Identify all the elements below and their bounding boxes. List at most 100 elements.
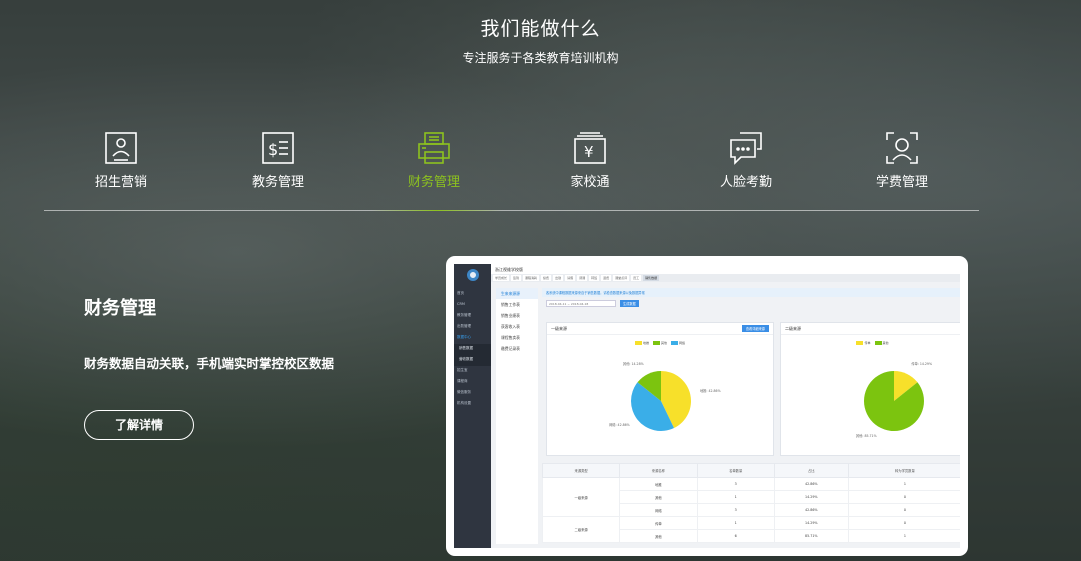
svg-text:¥: ¥	[584, 143, 594, 161]
pie-chart-primary: 地推: 42.86% 网络: 42.86% 其他: 14.28%	[609, 361, 721, 431]
panel-button: 查看详细来源	[741, 325, 769, 332]
app-tab: 出勤	[553, 275, 564, 281]
chart-legend: 传单 其他	[781, 341, 960, 345]
detail-title: 财务管理	[84, 298, 156, 319]
app-tab: 转班	[589, 275, 600, 281]
app-preview: 首页 CRM 教务管理 出勤管理 数据中心 销售数据 营收数据 招生宝 课程商 …	[454, 264, 960, 548]
pie-slice-label: 地推: 42.86%	[700, 388, 721, 393]
sidebar-item: 教务管理	[457, 313, 471, 317]
feature-tab-home-school[interactable]: ¥ 家校通	[530, 130, 650, 190]
sidebar-item: 微信服务	[457, 390, 471, 394]
legend-label: 其他	[660, 341, 667, 345]
table-cell: 42.86%	[773, 477, 849, 491]
feature-tab-face-attendance[interactable]: 人脸考勤	[686, 130, 806, 190]
face-scan-icon	[886, 132, 918, 164]
table-cell: 85.71%	[773, 529, 849, 543]
app-tab: 销售数据	[643, 275, 660, 281]
sidebar-item: 机构设置	[457, 401, 471, 405]
detail-description: 财务数据自动关联，手机端实时掌控校区数据	[84, 356, 335, 371]
table-cell: 0	[847, 516, 960, 530]
submenu-item: 销售业绩表	[501, 313, 520, 318]
chart-panel-secondary: 二级来源 传单 其他 传单: 14.29% 其他: 85.71%	[780, 322, 960, 456]
feature-label: 财务管理	[407, 175, 460, 190]
sidebar-item: 课程商	[457, 379, 468, 383]
table-header: 来源类型	[541, 463, 621, 478]
table-cell: 一级来源	[541, 477, 621, 517]
pie-chart-secondary: 传单: 14.29% 其他: 85.71%	[856, 361, 932, 438]
app-submenu: 生来来源源 销售工作表 销售业绩表 获客收入表 课程售卖表 缴费记录表	[496, 288, 538, 544]
sidebar-item: 首页	[457, 291, 464, 295]
yuan-screen-icon: ¥	[574, 132, 606, 164]
recruit-id-card-icon	[105, 132, 137, 164]
feature-label: 教务管理	[251, 175, 304, 190]
app-notice: 各系统中课程数据来源来自于销售数据，请检查数据来源以免数据异常	[542, 288, 960, 297]
submenu-item: 生来来源源	[496, 288, 538, 299]
submenu-item: 课程售卖表	[501, 335, 520, 340]
source-table: 来源类型 来源名称 名单数量 占比 转为学员数量 一级来源 地推 3 42.86…	[541, 463, 960, 543]
sidebar-item: 销售数据	[454, 344, 491, 355]
legend-label: 其他	[882, 341, 889, 345]
pie-slice-label: 网络: 42.86%	[609, 422, 630, 427]
legend-label: 网络	[679, 341, 686, 345]
learn-more-button[interactable]: 了解详情	[84, 410, 194, 440]
app-tabs: 学员成长 签到 课程消耗 续费 出勤 请假 调课 转班 退费 课堂点评 员工 销…	[491, 274, 960, 282]
app-sidebar: 首页 CRM 教务管理 出勤管理 数据中心 销售数据 营收数据 招生宝 课程商 …	[454, 264, 491, 548]
table-cell: 其他	[619, 490, 698, 504]
sidebar-item: 招生宝	[457, 368, 468, 372]
app-content: 各系统中课程数据来源来自于销售数据，请检查数据来源以免数据异常 2018-04-…	[541, 288, 960, 548]
feature-label: 招生营销	[94, 175, 147, 190]
app-tab: 续费	[541, 275, 552, 281]
table-cell: 14.29%	[773, 516, 849, 530]
table-cell: 其他	[619, 529, 698, 543]
table-cell: 0	[847, 490, 960, 504]
app-topbar: 浙江视维学校版	[491, 264, 960, 274]
feature-tab-finance[interactable]: 财务管理	[374, 130, 494, 190]
app-filter: 2018-04-11 ~ 2018-04-18 生成数据	[542, 297, 960, 309]
nav-divider	[44, 210, 979, 211]
query-button: 生成数据	[620, 299, 639, 307]
table-header: 名单数量	[696, 463, 775, 478]
app-logo	[466, 269, 479, 281]
table-row: 一级来源 地推 3 42.86% 1	[541, 477, 960, 517]
table-cell: 3	[696, 477, 775, 491]
legend-label: 地推	[642, 341, 649, 345]
section-subtitle: 专注服务于各类教育培训机构	[462, 51, 619, 65]
table-cell: 传单	[619, 516, 698, 530]
table-cell: 14.29%	[773, 490, 849, 504]
chat-bubble-icon	[730, 132, 762, 165]
date-range: 2018-04-11 ~ 2018-04-18	[546, 299, 616, 307]
app-tab: 退费	[601, 275, 612, 281]
sidebar-item: CRM	[457, 302, 465, 306]
table-cell: 42.86%	[773, 503, 849, 517]
pie-slice-label: 其他: 14.28%	[623, 361, 644, 366]
table-cell: 二级来源	[541, 516, 621, 543]
table-header: 占比	[773, 463, 849, 478]
app-tab: 员工	[631, 275, 642, 281]
document-icon: $	[262, 132, 294, 164]
table-cell: 1	[847, 529, 960, 543]
feature-label: 学费管理	[875, 175, 928, 190]
table-cell: 1	[696, 516, 775, 530]
panel-title: 一级来源	[551, 326, 567, 331]
table-cell: 地推	[619, 477, 698, 491]
table-row: 二级来源 传单 1 14.29% 0	[541, 516, 960, 543]
feature-tab-recruit[interactable]: 招生营销	[61, 130, 181, 190]
product-screenshot-card: 首页 CRM 教务管理 出勤管理 数据中心 销售数据 营收数据 招生宝 课程商 …	[446, 256, 968, 556]
section-title: 我们能做什么	[480, 18, 601, 40]
submenu-item: 缴费记录表	[501, 346, 520, 351]
submenu-item: 销售工作表	[501, 302, 520, 307]
table-cell: 1	[696, 490, 775, 504]
chart-legend: 地推 其他 网络	[547, 341, 773, 345]
feature-tab-tuition[interactable]: 学费管理	[842, 130, 962, 190]
sidebar-item: 数据中心	[457, 335, 471, 339]
app-tab: 调课	[577, 275, 588, 281]
feature-label: 家校通	[570, 175, 610, 190]
app-tab: 课堂点评	[613, 275, 630, 281]
feature-nav: 招生营销 $ 教务管理 财务管理 ¥ 家校通 人脸考勤 学费管理	[44, 130, 979, 200]
app-tab: 签到	[511, 275, 522, 281]
svg-text:$: $	[268, 140, 278, 159]
sidebar-item: 出勤管理	[457, 324, 471, 328]
table-cell: 3	[696, 503, 775, 517]
table-cell: 1	[847, 477, 960, 491]
feature-tab-academic[interactable]: $ 教务管理	[218, 130, 338, 190]
